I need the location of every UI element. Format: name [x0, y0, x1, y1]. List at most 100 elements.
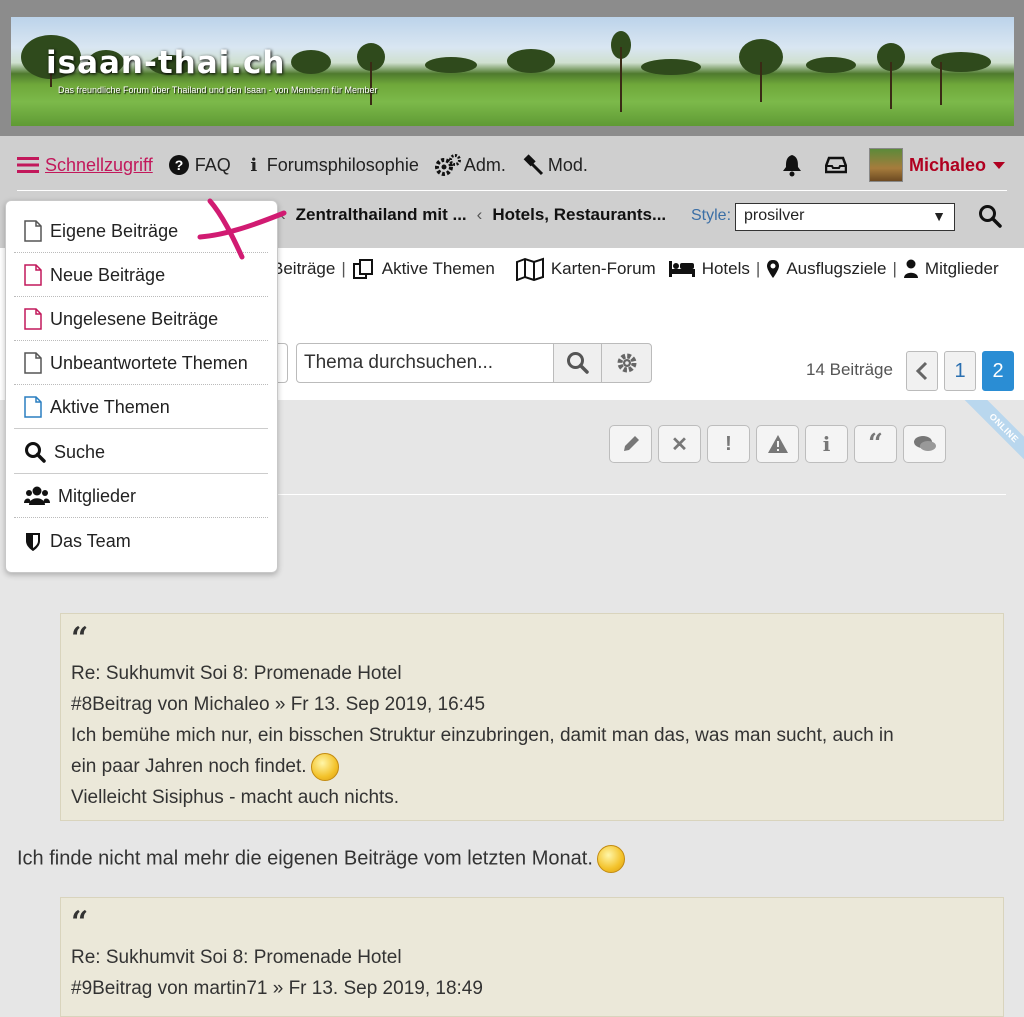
menu-item-unanswered-topics[interactable]: Unbeantwortete Themen — [14, 342, 268, 385]
page-icon — [24, 308, 42, 330]
page-icon — [24, 264, 42, 286]
online-ribbon-label: ONLINE — [962, 400, 1024, 470]
search-icon — [566, 352, 589, 374]
faq-link[interactable]: ? FAQ — [168, 155, 231, 176]
svg-text:?: ? — [174, 157, 183, 173]
edit-button[interactable] — [609, 425, 652, 463]
user-icon — [903, 259, 918, 278]
quote-title: Re: Sukhumvit Soi 8: Promenade Hotel — [71, 947, 402, 968]
annotation-cross-mark — [197, 198, 287, 260]
exclamation-icon: ! — [725, 432, 732, 455]
link-mitglieder[interactable]: Mitglieder — [925, 259, 999, 279]
topic-search-input[interactable]: Thema durchsuchen... — [296, 343, 554, 383]
link-hotels[interactable]: Hotels — [702, 259, 750, 279]
advanced-search-button[interactable] — [601, 343, 652, 383]
pagination-page-2[interactable]: 2 — [982, 351, 1014, 391]
post-divider — [272, 494, 1006, 495]
mod-label: Mod. — [547, 154, 588, 175]
post-count: 14 Beiträge — [806, 360, 893, 379]
admin-label: Adm. — [463, 154, 506, 175]
philosophy-link[interactable]: i Forumsphilosophie — [247, 155, 419, 176]
inbox-icon[interactable] — [824, 155, 847, 175]
link-karten-forum[interactable]: Karten-Forum — [551, 259, 656, 279]
nav-separator — [17, 190, 1007, 191]
breadcrumb: ‹ Zentralthailand mit ... ‹ Hotels, Rest… — [280, 205, 666, 225]
menu-item-team[interactable]: Das Team — [14, 520, 268, 563]
bell-icon[interactable] — [781, 153, 803, 177]
map-icon — [515, 257, 544, 281]
menu-item-active-topics[interactable]: Aktive Themen — [14, 386, 268, 429]
link-ausflugsziele[interactable]: Ausflugsziele — [786, 259, 886, 279]
quote-block: “ Re: Sukhumvit Soi 8: Promenade Hotel #… — [60, 897, 1004, 1017]
post-text-content: Ich finde nicht mal mehr die eigenen Bei… — [17, 847, 593, 870]
quote-meta: #8Beitrag von Michaleo » Fr 13. Sep 2019… — [71, 694, 486, 715]
breadcrumb-item-2[interactable]: Hotels, Restaurants... — [492, 205, 666, 225]
gavel-icon — [523, 154, 543, 176]
mod-link[interactable]: Mod. — [522, 154, 588, 176]
site-title[interactable]: isaan-thai.ch — [46, 45, 286, 81]
philosophy-label: Forumsphilosophie — [266, 154, 419, 175]
delete-button[interactable]: ✕ — [658, 425, 701, 463]
breadcrumb-item-1[interactable]: Zentralthailand mit ... — [296, 205, 467, 225]
menu-item-label: Ungelesene Beiträge — [50, 308, 219, 329]
comments-icon — [913, 436, 936, 451]
info-icon: i — [250, 154, 258, 176]
quick-access-label: Schnellzugriff — [45, 154, 153, 175]
user-menu[interactable]: Michaleo — [868, 148, 1006, 182]
menu-item-label: Suche — [54, 441, 106, 462]
hamburger-icon — [17, 157, 39, 173]
header-banner[interactable]: isaan-thai.ch Das freundliche Forum über… — [11, 17, 1014, 126]
pagination-prev[interactable] — [906, 351, 938, 391]
divider: | — [755, 259, 761, 278]
site-tagline: Das freundliche Forum über Thailand und … — [58, 85, 378, 95]
username-label: Michaleo — [908, 154, 986, 175]
avatar — [868, 148, 903, 182]
quote-icon: “ — [71, 621, 89, 656]
quote-line: Vielleicht Sisiphus - macht auch nichts. — [71, 787, 400, 808]
page-icon — [24, 220, 42, 242]
reply-button[interactable] — [903, 425, 946, 463]
search-icon — [25, 442, 46, 463]
quote-title: Re: Sukhumvit Soi 8: Promenade Hotel — [71, 663, 402, 684]
question-icon: ? — [168, 155, 189, 175]
warn-button[interactable] — [756, 425, 799, 463]
quote-block: “ Re: Sukhumvit Soi 8: Promenade Hotel #… — [60, 613, 1004, 821]
divider: | — [341, 259, 346, 278]
warning-icon — [767, 435, 788, 453]
caret-down-icon — [993, 162, 1005, 169]
menu-item-label: Mitglieder — [58, 485, 137, 506]
quote-line-text: ein paar Jahren noch findet. — [71, 756, 307, 777]
copy-icon — [352, 259, 373, 279]
style-label: Style: — [691, 207, 732, 224]
page-icon — [24, 352, 42, 374]
link-aktive-themen[interactable]: Aktive Themen — [382, 259, 495, 279]
info-button[interactable]: i — [805, 425, 848, 463]
quote-button[interactable]: “ — [854, 425, 897, 463]
nav-main-links: Schnellzugriff ? FAQ i Forumsphilosophie… — [17, 150, 604, 180]
bed-icon — [668, 261, 695, 277]
thinking-smiley-icon — [596, 845, 625, 873]
menu-item-members[interactable]: Mitglieder — [14, 475, 268, 518]
map-marker-icon — [767, 260, 780, 278]
menu-item-label: Aktive Themen — [50, 396, 170, 417]
pagination-page-1[interactable]: 1 — [944, 351, 976, 391]
quote-line: ein paar Jahren noch findet. — [71, 751, 993, 782]
menu-item-label: Eigene Beiträge — [50, 220, 179, 241]
menu-item-label: Neue Beiträge — [50, 264, 166, 285]
menu-item-search[interactable]: Suche — [14, 431, 268, 474]
close-icon: ✕ — [671, 433, 688, 456]
style-select[interactable]: prosilver ▼ — [735, 203, 955, 231]
gears-icon — [434, 154, 461, 176]
report-button[interactable]: ! — [707, 425, 750, 463]
quick-links-bar: Beiträge | Aktive Themen Karten-Forum Ho… — [272, 257, 999, 281]
search-icon[interactable] — [978, 204, 1002, 228]
page-icon — [24, 396, 42, 418]
users-icon — [24, 486, 50, 505]
gear-icon — [617, 353, 636, 373]
admin-link[interactable]: Adm. — [434, 154, 506, 176]
topic-search-button[interactable] — [553, 343, 602, 383]
quick-access-menu[interactable]: Schnellzugriff — [17, 155, 153, 176]
quote-icon: “ — [71, 905, 89, 940]
menu-item-unread-posts[interactable]: Ungelesene Beiträge — [14, 298, 268, 341]
divider: | — [892, 259, 897, 278]
